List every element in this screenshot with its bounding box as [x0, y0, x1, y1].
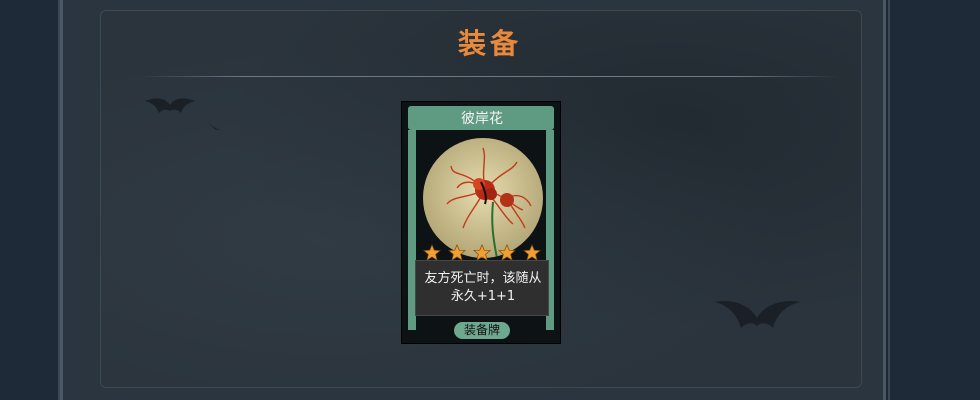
card-description: 友方死亡时，该随从 永久+1+1 — [416, 270, 550, 306]
card-description-line: 永久+1+1 — [450, 289, 516, 304]
bat-icon — [145, 98, 195, 113]
bat-icon — [207, 118, 221, 130]
page-title: 装备 — [457, 27, 522, 60]
card-name: 彼岸花 — [461, 111, 503, 127]
title-divider — [140, 76, 840, 77]
equipment-card[interactable]: 彼岸花 友方死亡时，该随从 永久+1+1 装备牌 — [401, 101, 561, 344]
card-type-badge: 装备牌 — [454, 322, 510, 339]
card-description-line: 友方死亡时，该随从 — [424, 271, 542, 286]
red-spider-lily-icon — [423, 138, 543, 258]
bat-icon — [715, 300, 800, 328]
